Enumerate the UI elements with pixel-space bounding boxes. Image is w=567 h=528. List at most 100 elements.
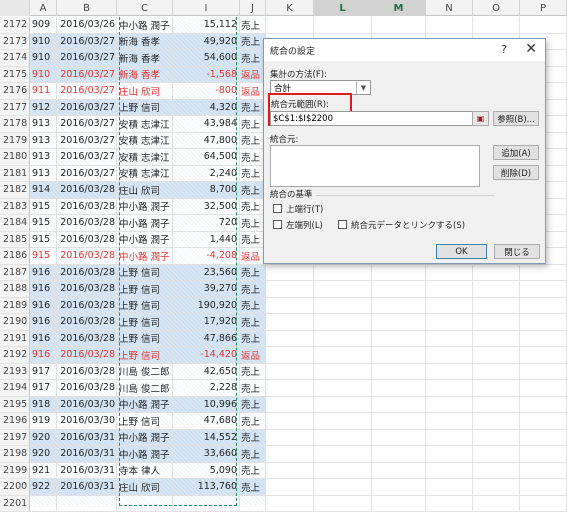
column-header-o[interactable]: O bbox=[473, 0, 520, 16]
row-number[interactable]: 2197 bbox=[0, 429, 30, 446]
empty-cell[interactable] bbox=[426, 413, 473, 430]
ok-button[interactable]: OK bbox=[436, 244, 487, 259]
cell-a[interactable]: 917 bbox=[30, 380, 57, 397]
empty-cell[interactable] bbox=[266, 264, 314, 281]
cell-a[interactable]: 915 bbox=[30, 248, 57, 265]
cell-i[interactable]: 2,240 bbox=[173, 165, 240, 182]
cell-a[interactable]: 913 bbox=[30, 165, 57, 182]
row-number[interactable]: 2192 bbox=[0, 347, 30, 364]
cell-c[interactable]: 中小路 潤子 bbox=[117, 396, 173, 413]
cell-j[interactable]: 売上 bbox=[240, 429, 266, 446]
cell-b[interactable]: 2016/03/26 bbox=[57, 17, 117, 34]
link-source-checkbox[interactable] bbox=[338, 220, 347, 229]
empty-cell[interactable] bbox=[372, 314, 426, 331]
cell-b[interactable]: 2016/03/28 bbox=[57, 297, 117, 314]
empty-cell[interactable] bbox=[520, 396, 567, 413]
row-number[interactable]: 2187 bbox=[0, 264, 30, 281]
row-number[interactable]: 2176 bbox=[0, 83, 30, 100]
cell-c[interactable]: 川島 俊二郎 bbox=[117, 380, 173, 397]
row-number[interactable]: 2178 bbox=[0, 116, 30, 133]
row-number[interactable]: 2183 bbox=[0, 198, 30, 215]
cell-a[interactable]: 915 bbox=[30, 215, 57, 232]
cell-b[interactable]: 2016/03/27 bbox=[57, 50, 117, 67]
row-number[interactable]: 2198 bbox=[0, 446, 30, 463]
cell-a[interactable]: 916 bbox=[30, 281, 57, 298]
cell-a[interactable]: 916 bbox=[30, 330, 57, 347]
empty-cell[interactable] bbox=[314, 363, 372, 380]
cell-i[interactable]: 32,500 bbox=[173, 198, 240, 215]
cell-c[interactable]: 中小路 潤子 bbox=[117, 429, 173, 446]
cell-a[interactable]: 920 bbox=[30, 429, 57, 446]
cell-b[interactable]: 2016/03/28 bbox=[57, 347, 117, 364]
row-number[interactable]: 2182 bbox=[0, 182, 30, 199]
cell-c[interactable]: 安積 志津江 bbox=[117, 132, 173, 149]
cell-c[interactable]: 新海 香孝 bbox=[117, 50, 173, 67]
column-header-j[interactable]: J bbox=[240, 0, 266, 16]
empty-cell[interactable] bbox=[426, 314, 473, 331]
cell-i[interactable]: 1,440 bbox=[173, 231, 240, 248]
cell-j[interactable]: 売上 bbox=[240, 413, 266, 430]
empty-cell[interactable] bbox=[426, 264, 473, 281]
cell-c[interactable]: 中小路 潤子 bbox=[117, 198, 173, 215]
cell-i[interactable]: 10,996 bbox=[173, 396, 240, 413]
cell-i[interactable]: -800 bbox=[173, 83, 240, 100]
empty-cell[interactable] bbox=[473, 462, 520, 479]
row-number[interactable]: 2195 bbox=[0, 396, 30, 413]
empty-cell[interactable] bbox=[473, 264, 520, 281]
empty-cell[interactable] bbox=[473, 17, 520, 34]
empty-cell[interactable] bbox=[372, 330, 426, 347]
column-header-a[interactable]: A bbox=[30, 0, 57, 16]
row-number[interactable]: 2190 bbox=[0, 314, 30, 331]
cell-b[interactable]: 2016/03/27 bbox=[57, 116, 117, 133]
row-number[interactable]: 2189 bbox=[0, 297, 30, 314]
add-button[interactable]: 追加(A) bbox=[493, 145, 539, 160]
cell-b[interactable]: 2016/03/28 bbox=[57, 330, 117, 347]
column-header-i[interactable]: I bbox=[173, 0, 240, 16]
cell-a[interactable]: 912 bbox=[30, 99, 57, 116]
cell-i[interactable]: 49,920 bbox=[173, 33, 240, 50]
row-number[interactable]: 2172 bbox=[0, 17, 30, 34]
empty-cell[interactable] bbox=[473, 363, 520, 380]
empty-cell[interactable] bbox=[520, 281, 567, 298]
empty-cell[interactable] bbox=[314, 462, 372, 479]
empty-cell[interactable] bbox=[520, 462, 567, 479]
cell-b[interactable]: 2016/03/28 bbox=[57, 281, 117, 298]
cell-b[interactable]: 2016/03/27 bbox=[57, 33, 117, 50]
empty-cell[interactable] bbox=[372, 380, 426, 397]
cell-a[interactable]: 910 bbox=[30, 66, 57, 83]
cell-j[interactable]: 売上 bbox=[240, 330, 266, 347]
empty-cell[interactable] bbox=[426, 330, 473, 347]
cell-b[interactable]: 2016/03/31 bbox=[57, 479, 117, 496]
cell-i[interactable] bbox=[173, 495, 240, 512]
column-header-l[interactable]: L bbox=[314, 0, 372, 16]
empty-cell[interactable] bbox=[372, 413, 426, 430]
cell-a[interactable]: 911 bbox=[30, 83, 57, 100]
empty-cell[interactable] bbox=[314, 380, 372, 397]
empty-cell[interactable] bbox=[473, 330, 520, 347]
empty-cell[interactable] bbox=[473, 479, 520, 496]
cell-i[interactable]: -4,208 bbox=[173, 248, 240, 265]
row-number[interactable]: 2177 bbox=[0, 99, 30, 116]
cell-i[interactable]: -14,420 bbox=[173, 347, 240, 364]
cell-b[interactable]: 2016/03/28 bbox=[57, 380, 117, 397]
cell-c[interactable]: 新海 香孝 bbox=[117, 33, 173, 50]
cell-i[interactable]: 14,552 bbox=[173, 429, 240, 446]
cell-c[interactable]: 中小路 潤子 bbox=[117, 17, 173, 34]
cell-i[interactable]: 4,320 bbox=[173, 99, 240, 116]
cell-b[interactable]: 2016/03/28 bbox=[57, 248, 117, 265]
cell-b[interactable] bbox=[57, 495, 117, 512]
empty-cell[interactable] bbox=[372, 347, 426, 364]
row-number[interactable]: 2174 bbox=[0, 50, 30, 67]
empty-cell[interactable] bbox=[266, 479, 314, 496]
empty-cell[interactable] bbox=[520, 363, 567, 380]
cell-j[interactable] bbox=[240, 495, 266, 512]
empty-cell[interactable] bbox=[426, 429, 473, 446]
cell-j[interactable]: 売上 bbox=[240, 17, 266, 34]
empty-cell[interactable] bbox=[372, 17, 426, 34]
cell-c[interactable]: 上野 信司 bbox=[117, 347, 173, 364]
cell-b[interactable]: 2016/03/31 bbox=[57, 429, 117, 446]
empty-cell[interactable] bbox=[473, 314, 520, 331]
cell-c[interactable]: 庄山 欣司 bbox=[117, 182, 173, 199]
browse-button[interactable]: 参照(B)... bbox=[493, 111, 539, 126]
cell-a[interactable]: 915 bbox=[30, 198, 57, 215]
